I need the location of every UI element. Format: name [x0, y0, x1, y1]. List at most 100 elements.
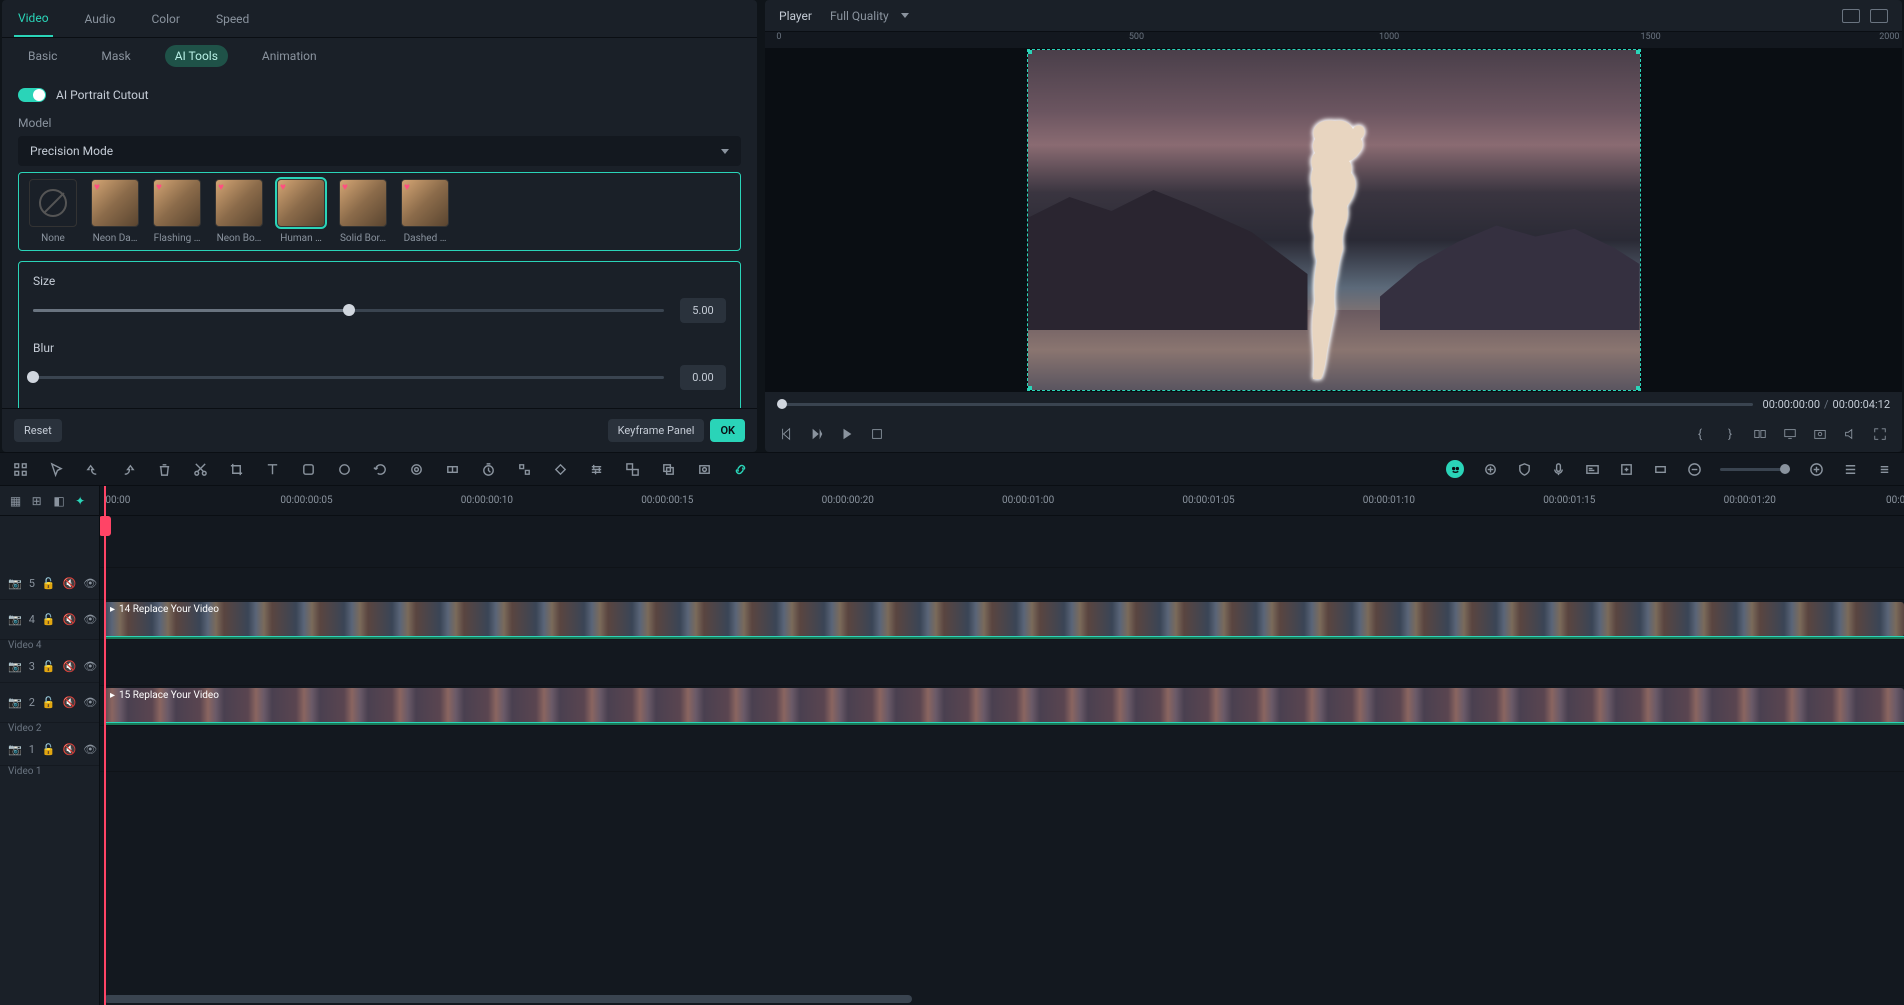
preview-canvas[interactable]: [765, 48, 1902, 392]
track-lane-4[interactable]: ▸14 Replace Your Video: [100, 600, 1904, 640]
monitor-icon[interactable]: [1782, 426, 1798, 442]
tl-opt2-icon[interactable]: ⊞: [32, 494, 46, 508]
redo-icon[interactable]: [120, 461, 136, 477]
eye-icon[interactable]: 👁: [83, 696, 97, 709]
bracket-open-icon[interactable]: {: [1692, 426, 1708, 442]
settings-icon[interactable]: [1876, 461, 1892, 477]
keyframe-icon[interactable]: [552, 461, 568, 477]
layout-icon[interactable]: [1842, 9, 1860, 23]
time-ruler[interactable]: 00:00 00:00:00:05 00:00:00:10 00:00:00:1…: [100, 486, 1904, 516]
tab-speed[interactable]: Speed: [212, 2, 253, 36]
timeline-scrollbar[interactable]: [104, 995, 1900, 1003]
preset-flashing[interactable]: ♥ Flashing …: [149, 179, 205, 244]
lock-icon[interactable]: 🔓: [42, 743, 56, 756]
lock-icon[interactable]: 🔓: [42, 696, 56, 709]
lock-icon[interactable]: 🔓: [42, 577, 56, 590]
preset-solid-border[interactable]: ♥ Solid Bor…: [335, 179, 391, 244]
playhead[interactable]: [104, 486, 106, 1005]
model-select[interactable]: Precision Mode: [18, 136, 741, 166]
track-head-3[interactable]: 📷3🔓🔇👁: [0, 651, 99, 683]
prev-frame-icon[interactable]: [779, 426, 795, 442]
track-lane-2[interactable]: ▸15 Replace Your Video: [100, 686, 1904, 726]
subtab-ai-tools[interactable]: AI Tools: [165, 45, 228, 67]
timer-icon[interactable]: [480, 461, 496, 477]
track-head-2[interactable]: 📷2🔓🔇👁: [0, 683, 99, 723]
undo-icon[interactable]: [84, 461, 100, 477]
eye-icon[interactable]: 👁: [83, 660, 97, 673]
tracks-area[interactable]: 00:00 00:00:00:05 00:00:00:10 00:00:00:1…: [100, 486, 1904, 1005]
preset-none[interactable]: None: [25, 179, 81, 244]
subtab-mask[interactable]: Mask: [91, 45, 140, 67]
lock-icon[interactable]: 🔓: [42, 613, 56, 626]
preset-neon-dash[interactable]: ♥ Neon Da…: [87, 179, 143, 244]
cursor-icon[interactable]: [48, 461, 64, 477]
speed-icon[interactable]: [444, 461, 460, 477]
lock-icon[interactable]: 🔓: [42, 660, 56, 673]
blur-slider[interactable]: [33, 376, 664, 379]
bracket-close-icon[interactable]: }: [1722, 426, 1738, 442]
mute-icon[interactable]: 🔇: [63, 743, 77, 756]
link-icon[interactable]: [732, 461, 748, 477]
eye-icon[interactable]: 👁: [83, 743, 97, 756]
color-icon[interactable]: [336, 461, 352, 477]
zoom-in-icon[interactable]: [1808, 461, 1824, 477]
marker-icon[interactable]: [1652, 461, 1668, 477]
size-slider[interactable]: [33, 309, 664, 312]
tl-opt3-icon[interactable]: ◧: [53, 494, 67, 508]
track-head-4[interactable]: 📷4🔓🔇👁: [0, 600, 99, 640]
crop-icon[interactable]: [228, 461, 244, 477]
mute-icon[interactable]: 🔇: [63, 577, 77, 590]
shield-icon[interactable]: [1516, 461, 1532, 477]
delete-icon[interactable]: [156, 461, 172, 477]
mute-icon[interactable]: 🔇: [63, 696, 77, 709]
clip-video-4[interactable]: ▸14 Replace Your Video: [104, 602, 1904, 637]
track-head-5[interactable]: 📷5🔓🔇👁: [0, 568, 99, 600]
size-value[interactable]: 5.00: [680, 298, 726, 323]
compare-icon[interactable]: [1752, 426, 1768, 442]
image-mode-icon[interactable]: [1870, 9, 1888, 23]
subtab-animation[interactable]: Animation: [252, 45, 327, 67]
export-icon[interactable]: [1618, 461, 1634, 477]
play-icon[interactable]: [839, 426, 855, 442]
group-icon[interactable]: [624, 461, 640, 477]
eye-icon[interactable]: 👁: [83, 613, 97, 626]
tl-opt1-icon[interactable]: ▦: [10, 494, 24, 508]
render-icon[interactable]: [696, 461, 712, 477]
blur-value[interactable]: 0.00: [680, 365, 726, 390]
subtab-basic[interactable]: Basic: [18, 45, 67, 67]
text-icon[interactable]: [264, 461, 280, 477]
tab-color[interactable]: Color: [147, 2, 183, 36]
scrub-bar[interactable]: [777, 403, 1753, 406]
tab-video[interactable]: Video: [14, 1, 53, 37]
enhance-icon[interactable]: [1482, 461, 1498, 477]
keyframe-panel-button[interactable]: Keyframe Panel: [608, 419, 705, 442]
preset-dashed[interactable]: ♥ Dashed …: [397, 179, 453, 244]
list-icon[interactable]: [1842, 461, 1858, 477]
preset-neon-border[interactable]: ♥ Neon Bo…: [211, 179, 267, 244]
mic-icon[interactable]: [1550, 461, 1566, 477]
quality-dropdown[interactable]: Full Quality: [830, 9, 909, 23]
zoom-slider[interactable]: [1720, 468, 1790, 471]
volume-icon[interactable]: [1842, 426, 1858, 442]
copy-icon[interactable]: [660, 461, 676, 477]
rotate-icon[interactable]: [372, 461, 388, 477]
eye-icon[interactable]: 👁: [83, 577, 97, 590]
stop-icon[interactable]: [869, 426, 885, 442]
tab-audio[interactable]: Audio: [81, 2, 120, 36]
play-forward-icon[interactable]: [809, 426, 825, 442]
grid-icon[interactable]: [12, 461, 28, 477]
mute-icon[interactable]: 🔇: [63, 660, 77, 673]
ai-icon[interactable]: [1446, 460, 1464, 478]
track-head-1[interactable]: 📷1🔓🔇👁: [0, 734, 99, 766]
adjust-icon[interactable]: [588, 461, 604, 477]
effects-icon[interactable]: [408, 461, 424, 477]
subtitle-icon[interactable]: [1584, 461, 1600, 477]
fullscreen-icon[interactable]: [1872, 426, 1888, 442]
clip-video-2[interactable]: ▸15 Replace Your Video: [104, 688, 1904, 723]
zoom-out-icon[interactable]: [1686, 461, 1702, 477]
ok-button[interactable]: OK: [710, 419, 745, 442]
tl-magnetic-icon[interactable]: ✦: [75, 494, 89, 508]
shape-icon[interactable]: [300, 461, 316, 477]
mute-icon[interactable]: 🔇: [63, 613, 77, 626]
preset-human[interactable]: ♥ Human …: [273, 179, 329, 244]
